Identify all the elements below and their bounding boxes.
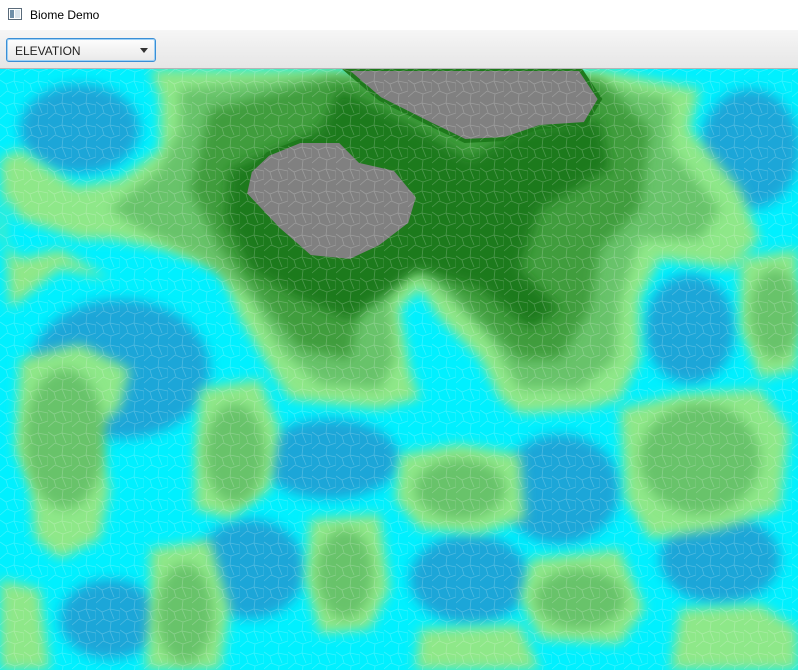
biome-map[interactable] xyxy=(0,69,798,670)
window-app-icon xyxy=(8,8,22,20)
toolbar: ELEVATION xyxy=(0,30,798,69)
map-mode-select[interactable]: ELEVATION xyxy=(6,38,156,62)
cell-mesh xyxy=(0,69,798,670)
map-mode-value: ELEVATION xyxy=(15,44,81,58)
chevron-down-icon[interactable] xyxy=(140,48,148,53)
window-title: Biome Demo xyxy=(30,8,100,22)
title-bar: Biome Demo xyxy=(0,0,798,30)
app-window: Biome Demo ELEVATION xyxy=(0,0,798,670)
